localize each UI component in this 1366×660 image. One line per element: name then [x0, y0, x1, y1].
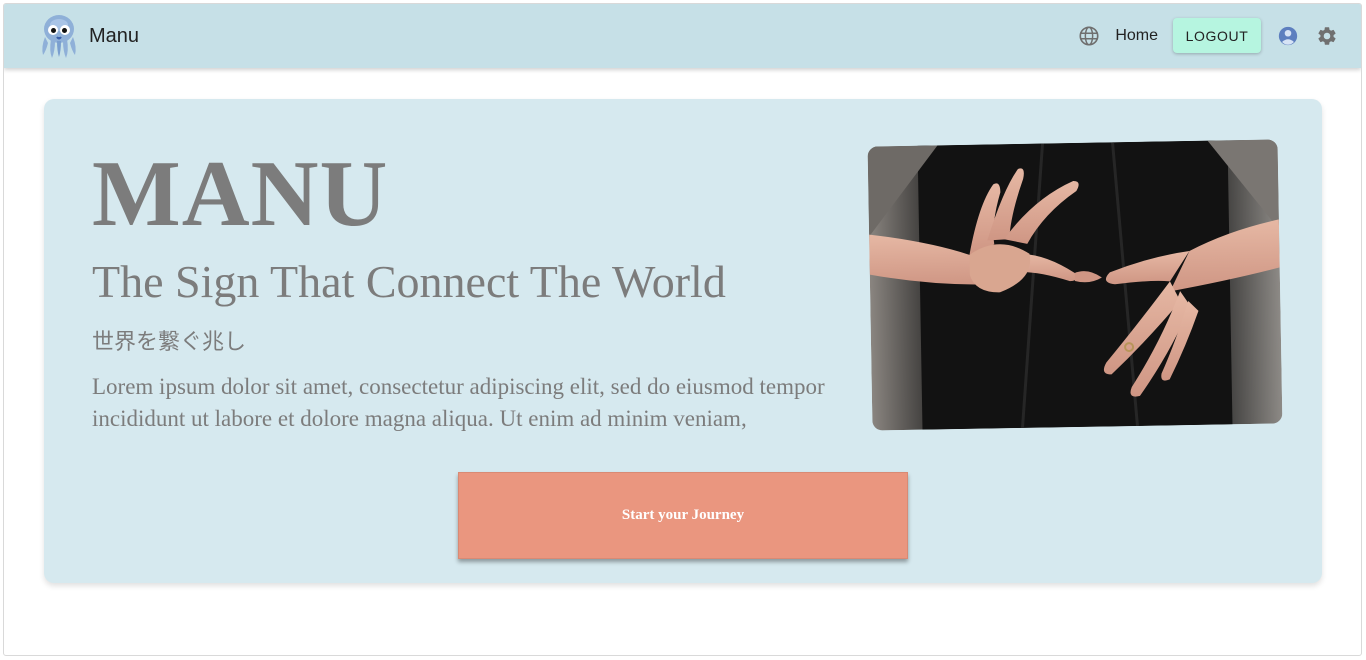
logout-button[interactable]: LOGOUT [1173, 18, 1261, 53]
gear-icon [1318, 26, 1336, 45]
globe-icon [1079, 25, 1099, 46]
language-button[interactable] [1077, 24, 1101, 48]
sign-language-hands-image [867, 139, 1283, 431]
start-journey-button[interactable]: Start your Journey [458, 472, 908, 559]
app-window: Manu Home LOGOUT MANU The Sign That Conn… [3, 3, 1362, 656]
top-app-bar: Manu Home LOGOUT [4, 4, 1361, 68]
top-nav: Home LOGOUT [1077, 18, 1339, 53]
hero-card: MANU The Sign That Connect The World 世界を… [44, 99, 1322, 583]
account-circle-icon [1278, 26, 1298, 45]
brand-name: Manu [89, 24, 140, 47]
hero-subtitle: The Sign That Connect The World [92, 256, 726, 307]
brand[interactable]: Manu [37, 13, 139, 59]
settings-button[interactable] [1315, 24, 1339, 48]
octopus-logo-icon [42, 15, 76, 58]
hands-photo-icon [867, 139, 1283, 431]
hero-title: MANU [92, 142, 389, 246]
hero-description: Lorem ipsum dolor sit amet, consectetur … [92, 374, 825, 431]
home-link[interactable]: Home [1115, 27, 1158, 45]
account-button[interactable] [1276, 24, 1300, 48]
hero-subtitle-japanese: 世界を繋ぐ兆し [92, 330, 247, 355]
